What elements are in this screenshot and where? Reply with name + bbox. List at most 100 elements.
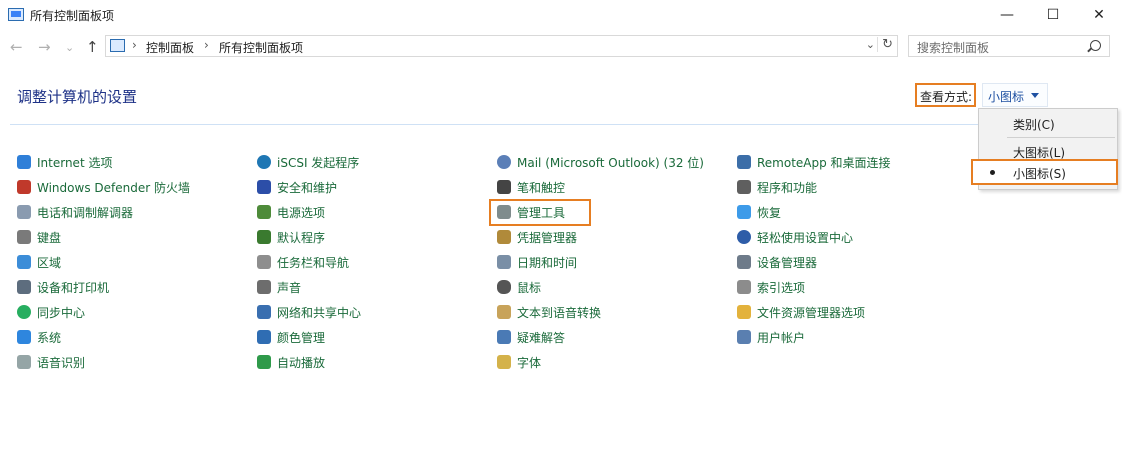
globe-icon [17, 155, 31, 169]
iscsi-globe-icon [257, 155, 271, 169]
mouse-icon [497, 280, 511, 294]
selected-bullet-icon [990, 170, 995, 175]
item-keyboard[interactable]: 键盘 [17, 226, 61, 248]
item-sync-center[interactable]: 同步中心 [17, 301, 85, 323]
item-taskbar-and-navigation[interactable]: 任务栏和导航 [257, 251, 349, 273]
item-device-manager[interactable]: 设备管理器 [737, 251, 817, 273]
item-speech-recognition[interactable]: 语音识别 [17, 351, 85, 373]
keyboard-icon [17, 230, 31, 244]
troubleshoot-icon [497, 330, 511, 344]
address-dropdown-icon[interactable]: ⌄ [866, 38, 875, 51]
breadcrumb-separator-icon[interactable]: › [132, 38, 137, 52]
item-iscsi-initiator[interactable]: iSCSI 发起程序 [257, 151, 359, 173]
item-autoplay[interactable]: 自动播放 [257, 351, 325, 373]
item-remoteapp[interactable]: RemoteApp 和桌面连接 [737, 151, 891, 173]
minimize-button[interactable]: — [984, 0, 1030, 30]
item-security-and-maintenance[interactable]: 安全和维护 [257, 176, 337, 198]
item-text-to-speech[interactable]: 文本到语音转换 [497, 301, 601, 323]
up-button[interactable]: ↑ [86, 38, 99, 56]
title-bar: 所有控制面板项 — ☐ ✕ [0, 0, 1122, 30]
window-title: 所有控制面板项 [30, 9, 115, 23]
indexing-icon [737, 280, 751, 294]
close-button[interactable]: ✕ [1076, 0, 1122, 30]
item-phone-and-modem[interactable]: 电话和调制解调器 [17, 201, 133, 223]
recent-locations-button[interactable]: ⌄ [65, 41, 74, 54]
item-color-management[interactable]: 颜色管理 [257, 326, 325, 348]
search-input[interactable]: 搜索控制面板 [908, 35, 1110, 57]
item-programs-and-features[interactable]: 程序和功能 [737, 176, 817, 198]
network-icon [257, 305, 271, 319]
phone-icon [17, 205, 31, 219]
menu-item-category[interactable]: 类别(C) [979, 110, 1117, 136]
maximize-button[interactable]: ☐ [1030, 0, 1076, 30]
view-by-selected: 小图标 [988, 90, 1025, 104]
item-power-options[interactable]: 电源选项 [257, 201, 325, 223]
speech-icon [497, 305, 511, 319]
item-troubleshooting[interactable]: 疑难解答 [497, 326, 565, 348]
default-programs-icon [257, 230, 271, 244]
view-by-label-highlight: 查看方式: [915, 83, 976, 107]
autoplay-icon [257, 355, 271, 369]
address-bar[interactable]: › 控制面板 › 所有控制面板项 ⌄ ↻ [105, 35, 898, 57]
item-sound[interactable]: 声音 [257, 276, 301, 298]
programs-icon [737, 180, 751, 194]
page-title: 调整计算机的设置 [17, 88, 138, 106]
recovery-icon [737, 205, 751, 219]
item-mouse[interactable]: 鼠标 [497, 276, 541, 298]
printer-icon [17, 280, 31, 294]
item-recovery[interactable]: 恢复 [737, 201, 781, 223]
color-monitor-icon [257, 330, 271, 344]
credential-icon [497, 230, 511, 244]
navigation-bar: ← → ⌄ ↑ › 控制面板 › 所有控制面板项 ⌄ ↻ 搜索控制面板 [0, 32, 1122, 62]
back-button[interactable]: ← [10, 38, 23, 56]
remote-desktop-icon [737, 155, 751, 169]
menu-item-small-icons[interactable]: 小图标(S) [971, 159, 1118, 185]
clock-icon [497, 255, 511, 269]
refresh-icon[interactable]: ↻ [877, 37, 893, 52]
forward-button[interactable]: → [38, 38, 51, 56]
item-pen-and-touch[interactable]: 笔和触控 [497, 176, 565, 198]
folder-icon [737, 305, 751, 319]
item-windows-defender-firewall[interactable]: Windows Defender 防火墙 [17, 176, 190, 198]
item-ease-of-access[interactable]: 轻松使用设置中心 [737, 226, 853, 248]
item-internet-options[interactable]: Internet 选项 [17, 151, 112, 173]
font-icon [497, 355, 511, 369]
breadcrumb-separator-icon[interactable]: › [204, 38, 209, 52]
menu-item-label: 类别(C) [1013, 118, 1055, 132]
item-indexing-options[interactable]: 索引选项 [737, 276, 805, 298]
item-region[interactable]: 区域 [17, 251, 61, 273]
menu-item-label: 小图标(S) [1013, 167, 1066, 181]
divider [10, 124, 1110, 125]
item-credential-manager[interactable]: 凭据管理器 [497, 226, 577, 248]
view-by-dropdown[interactable]: 小图标 [982, 83, 1048, 107]
item-date-and-time[interactable]: 日期和时间 [497, 251, 577, 273]
accessibility-icon [737, 230, 751, 244]
view-by-menu: 类别(C) 大图标(L) 小图标(S) [971, 108, 1118, 190]
firewall-icon [17, 180, 31, 194]
view-by-label: 查看方式: [920, 90, 973, 104]
microphone-icon [17, 355, 31, 369]
dropdown-arrow-icon [1031, 93, 1039, 98]
control-panel-icon [8, 8, 24, 21]
item-user-accounts[interactable]: 用户帐户 [737, 326, 805, 348]
device-manager-icon [737, 255, 751, 269]
taskbar-icon [257, 255, 271, 269]
monitor-icon [17, 330, 31, 344]
item-mail-outlook[interactable]: Mail (Microsoft Outlook) (32 位) [497, 151, 704, 173]
battery-icon [257, 205, 271, 219]
item-default-programs[interactable]: 默认程序 [257, 226, 325, 248]
breadcrumb-all-items[interactable]: 所有控制面板项 [219, 39, 303, 56]
item-fonts[interactable]: 字体 [497, 351, 541, 373]
search-placeholder: 搜索控制面板 [917, 41, 990, 55]
breadcrumb-control-panel[interactable]: 控制面板 [146, 39, 194, 56]
item-network-and-sharing-center[interactable]: 网络和共享中心 [257, 301, 361, 323]
search-icon[interactable] [1090, 40, 1101, 51]
item-system[interactable]: 系统 [17, 326, 61, 348]
region-globe-icon [17, 255, 31, 269]
sync-icon [17, 305, 31, 319]
user-accounts-icon [737, 330, 751, 344]
flag-icon [257, 180, 271, 194]
pen-icon [497, 180, 511, 194]
item-devices-and-printers[interactable]: 设备和打印机 [17, 276, 109, 298]
item-file-explorer-options[interactable]: 文件资源管理器选项 [737, 301, 865, 323]
